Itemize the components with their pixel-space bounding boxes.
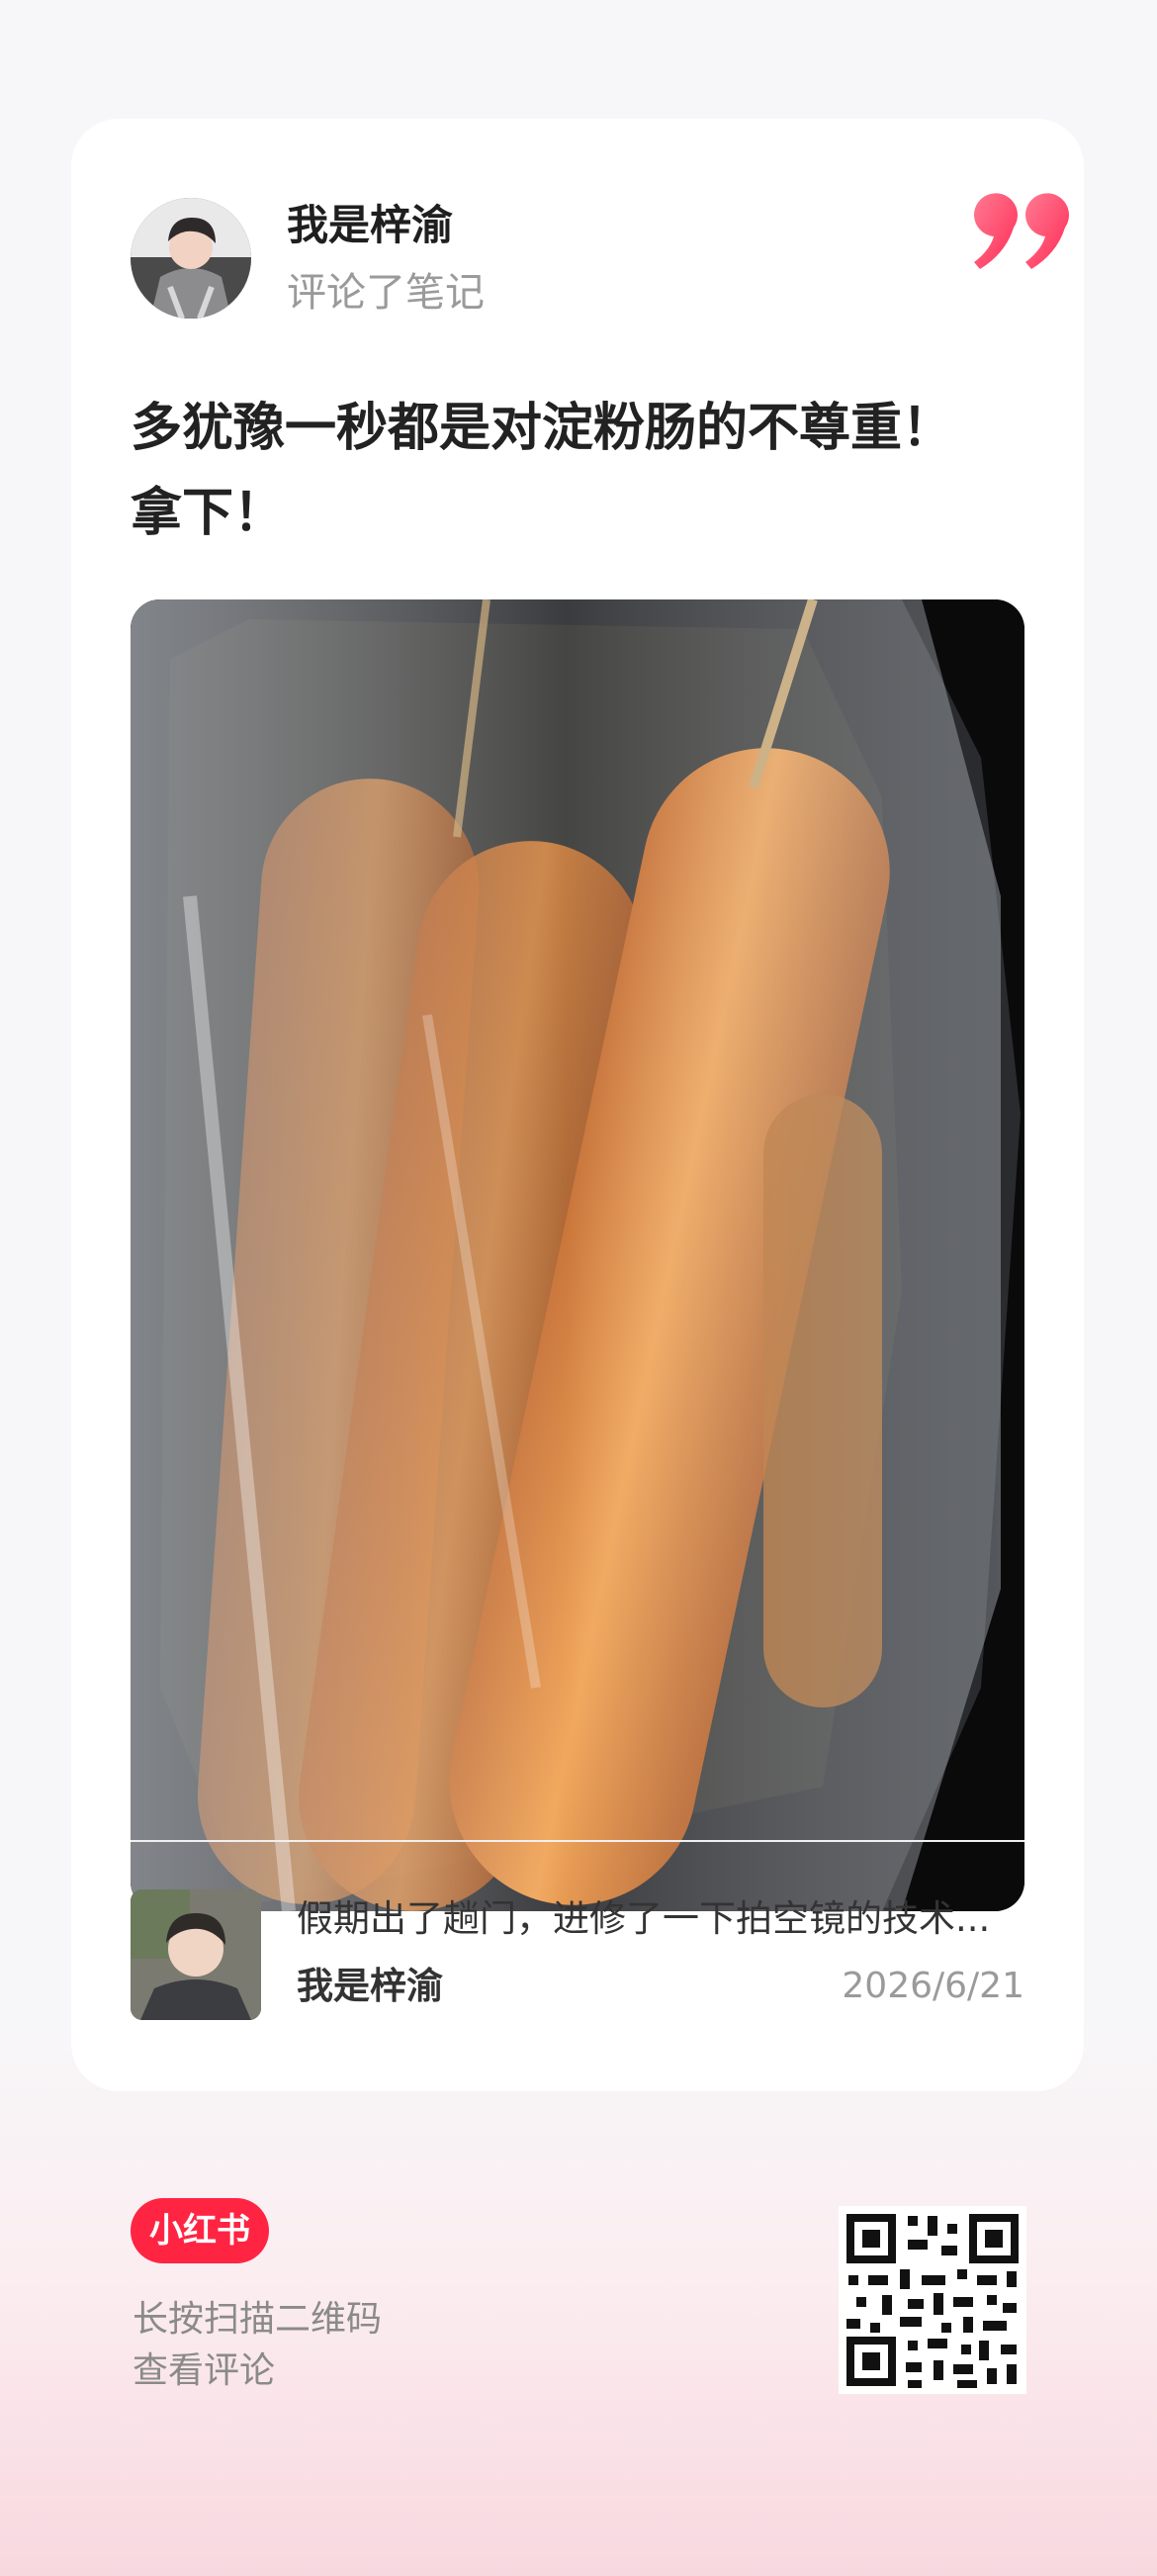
note-title[interactable]: 假期出了趟门，进修了一下拍空镜的技术... <box>297 1891 1028 1947</box>
comment-photo[interactable] <box>131 599 1024 1911</box>
note-date: 2026/6/21 <box>842 1966 1024 2006</box>
avatar-image <box>131 198 251 319</box>
author-name[interactable]: 我是梓渝 <box>287 196 453 255</box>
scan-hint: 长按扫描二维码 <box>133 2299 383 2340</box>
quote-mark-icon <box>973 193 1069 269</box>
note-thumbnail[interactable] <box>131 1889 261 2020</box>
note-author[interactable]: 我是梓渝 <box>297 1959 443 2014</box>
qr-code[interactable] <box>839 2206 1026 2394</box>
sausage-photo-image <box>131 599 1024 1911</box>
divider <box>131 1840 1024 1842</box>
author-avatar[interactable] <box>131 198 251 319</box>
comment-text: 多犹豫一秒都是对淀粉肠的不尊重！ 拿下！ <box>131 399 954 543</box>
scan-hint-secondary: 查看评论 <box>133 2350 276 2391</box>
note-thumbnail-image <box>131 1889 261 2020</box>
qr-code-image <box>839 2206 1026 2394</box>
action-text: 评论了笔记 <box>287 270 485 316</box>
comment-card: 我是梓渝 评论了笔记 多犹豫一秒都是对淀粉肠的不尊重！ 拿下！ 假期出了趟门，进… <box>71 119 1084 2091</box>
brand-logo: 小红书 <box>131 2198 269 2263</box>
